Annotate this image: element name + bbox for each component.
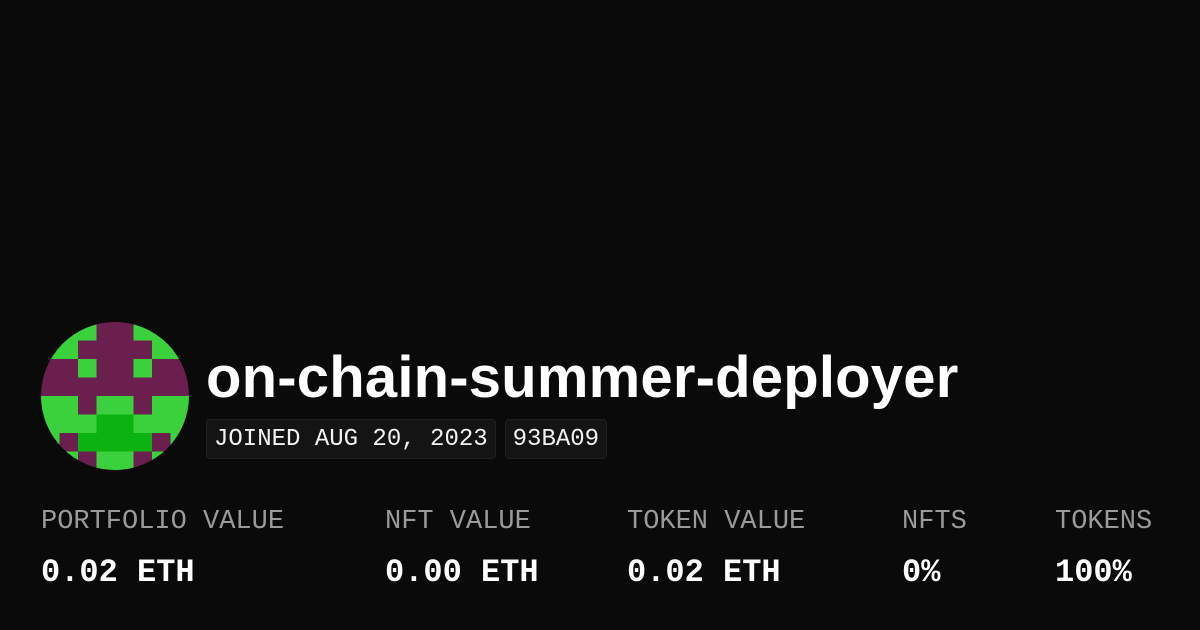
avatar-pixel xyxy=(152,396,171,415)
avatar-pixel xyxy=(41,359,60,378)
avatar-pixel xyxy=(133,359,152,378)
avatar-pixel xyxy=(96,396,115,415)
avatar-pixel xyxy=(59,414,78,433)
avatar-pixel xyxy=(41,377,60,396)
avatar-pixel xyxy=(78,433,97,452)
avatar-pixel xyxy=(96,451,115,470)
avatar-pixel xyxy=(152,414,171,433)
avatar-pixel xyxy=(78,340,97,359)
avatar-pixel xyxy=(170,340,189,359)
joined-date-badge: JOINED AUG 20, 2023 xyxy=(206,419,496,459)
stat-label: NFTS xyxy=(902,507,967,537)
avatar-pixel xyxy=(78,359,97,378)
avatar-pixel xyxy=(152,377,171,396)
avatar-pixel xyxy=(78,414,97,433)
avatar-pixel xyxy=(133,433,152,452)
avatar-pixel xyxy=(59,359,78,378)
avatar-pixel xyxy=(133,377,152,396)
stat-value: 0.02 ETH xyxy=(41,554,195,591)
avatar-pixel xyxy=(133,414,152,433)
avatar-pixel xyxy=(96,433,115,452)
avatar-pixel xyxy=(133,340,152,359)
stat-token-value: TOKEN VALUE 0.02 ETH xyxy=(627,505,805,591)
avatar-pixel xyxy=(115,322,134,341)
avatar-pixel xyxy=(170,433,189,452)
avatar-pixel xyxy=(152,322,171,341)
avatar-pixel xyxy=(41,396,60,415)
stat-value: 0.00 ETH xyxy=(385,554,539,591)
avatar-pixel xyxy=(170,359,189,378)
avatar-pixel xyxy=(41,451,60,470)
pixel-avatar-icon xyxy=(41,322,189,470)
avatar-pixel xyxy=(78,377,97,396)
stat-portfolio-value: PORTFOLIO VALUE 0.02 ETH xyxy=(41,505,284,591)
stat-value: 0% xyxy=(902,554,941,591)
stat-nfts-percent: NFTS 0% xyxy=(902,505,967,591)
avatar-pixel xyxy=(152,340,171,359)
avatar-pixel xyxy=(59,396,78,415)
avatar-pixel xyxy=(152,433,171,452)
avatar-pixel xyxy=(115,414,134,433)
profile-name: on-chain-summer-deployer xyxy=(206,345,959,410)
avatar-pixel xyxy=(115,396,134,415)
stat-nft-value: NFT VALUE 0.00 ETH xyxy=(385,505,539,591)
avatar-pixel xyxy=(41,433,60,452)
stat-label: PORTFOLIO VALUE xyxy=(41,507,285,537)
stat-label: TOKENS xyxy=(1055,507,1153,537)
avatar-pixel xyxy=(152,359,171,378)
avatar-pixel xyxy=(59,340,78,359)
avatar-pixel xyxy=(96,377,115,396)
avatar-pixel xyxy=(96,322,115,341)
avatar-pixel xyxy=(96,340,115,359)
stat-value: 100% xyxy=(1055,554,1132,591)
avatar-pixel xyxy=(133,322,152,341)
stat-label: TOKEN VALUE xyxy=(627,507,806,537)
avatar-pixel xyxy=(170,414,189,433)
avatar-pixel xyxy=(59,433,78,452)
avatar-pixel xyxy=(170,396,189,415)
avatar-pixel xyxy=(41,414,60,433)
avatar-pixel xyxy=(170,377,189,396)
avatar-pixel xyxy=(115,377,134,396)
avatar-pixel xyxy=(78,322,97,341)
avatar-pixel xyxy=(115,340,134,359)
avatar-pixel xyxy=(170,451,189,470)
avatar-pixel xyxy=(59,377,78,396)
avatar-pixel xyxy=(170,322,189,341)
stat-label: NFT VALUE xyxy=(385,507,531,537)
avatar-pixel xyxy=(41,340,60,359)
avatar-pixel xyxy=(115,451,134,470)
avatar-pixel xyxy=(59,322,78,341)
avatar-pixel xyxy=(96,414,115,433)
avatar-pixel xyxy=(133,396,152,415)
avatar-pixel xyxy=(59,451,78,470)
avatar-pixel xyxy=(96,359,115,378)
stat-tokens-percent: TOKENS 100% xyxy=(1055,505,1152,591)
avatar-pixel xyxy=(133,451,152,470)
avatar-pixel xyxy=(115,359,134,378)
avatar-pixel xyxy=(152,451,171,470)
avatar-pixel xyxy=(78,451,97,470)
avatar-pixel xyxy=(115,433,134,452)
profile-badges: JOINED AUG 20, 2023 93BA09 xyxy=(206,419,608,459)
avatar xyxy=(41,322,189,470)
avatar-pixel xyxy=(41,322,60,341)
color-code-badge: 93BA09 xyxy=(504,419,608,459)
profile-card: on-chain-summer-deployer JOINED AUG 20, … xyxy=(0,0,1200,630)
avatar-pixel xyxy=(78,396,97,415)
stat-value: 0.02 ETH xyxy=(627,554,781,591)
